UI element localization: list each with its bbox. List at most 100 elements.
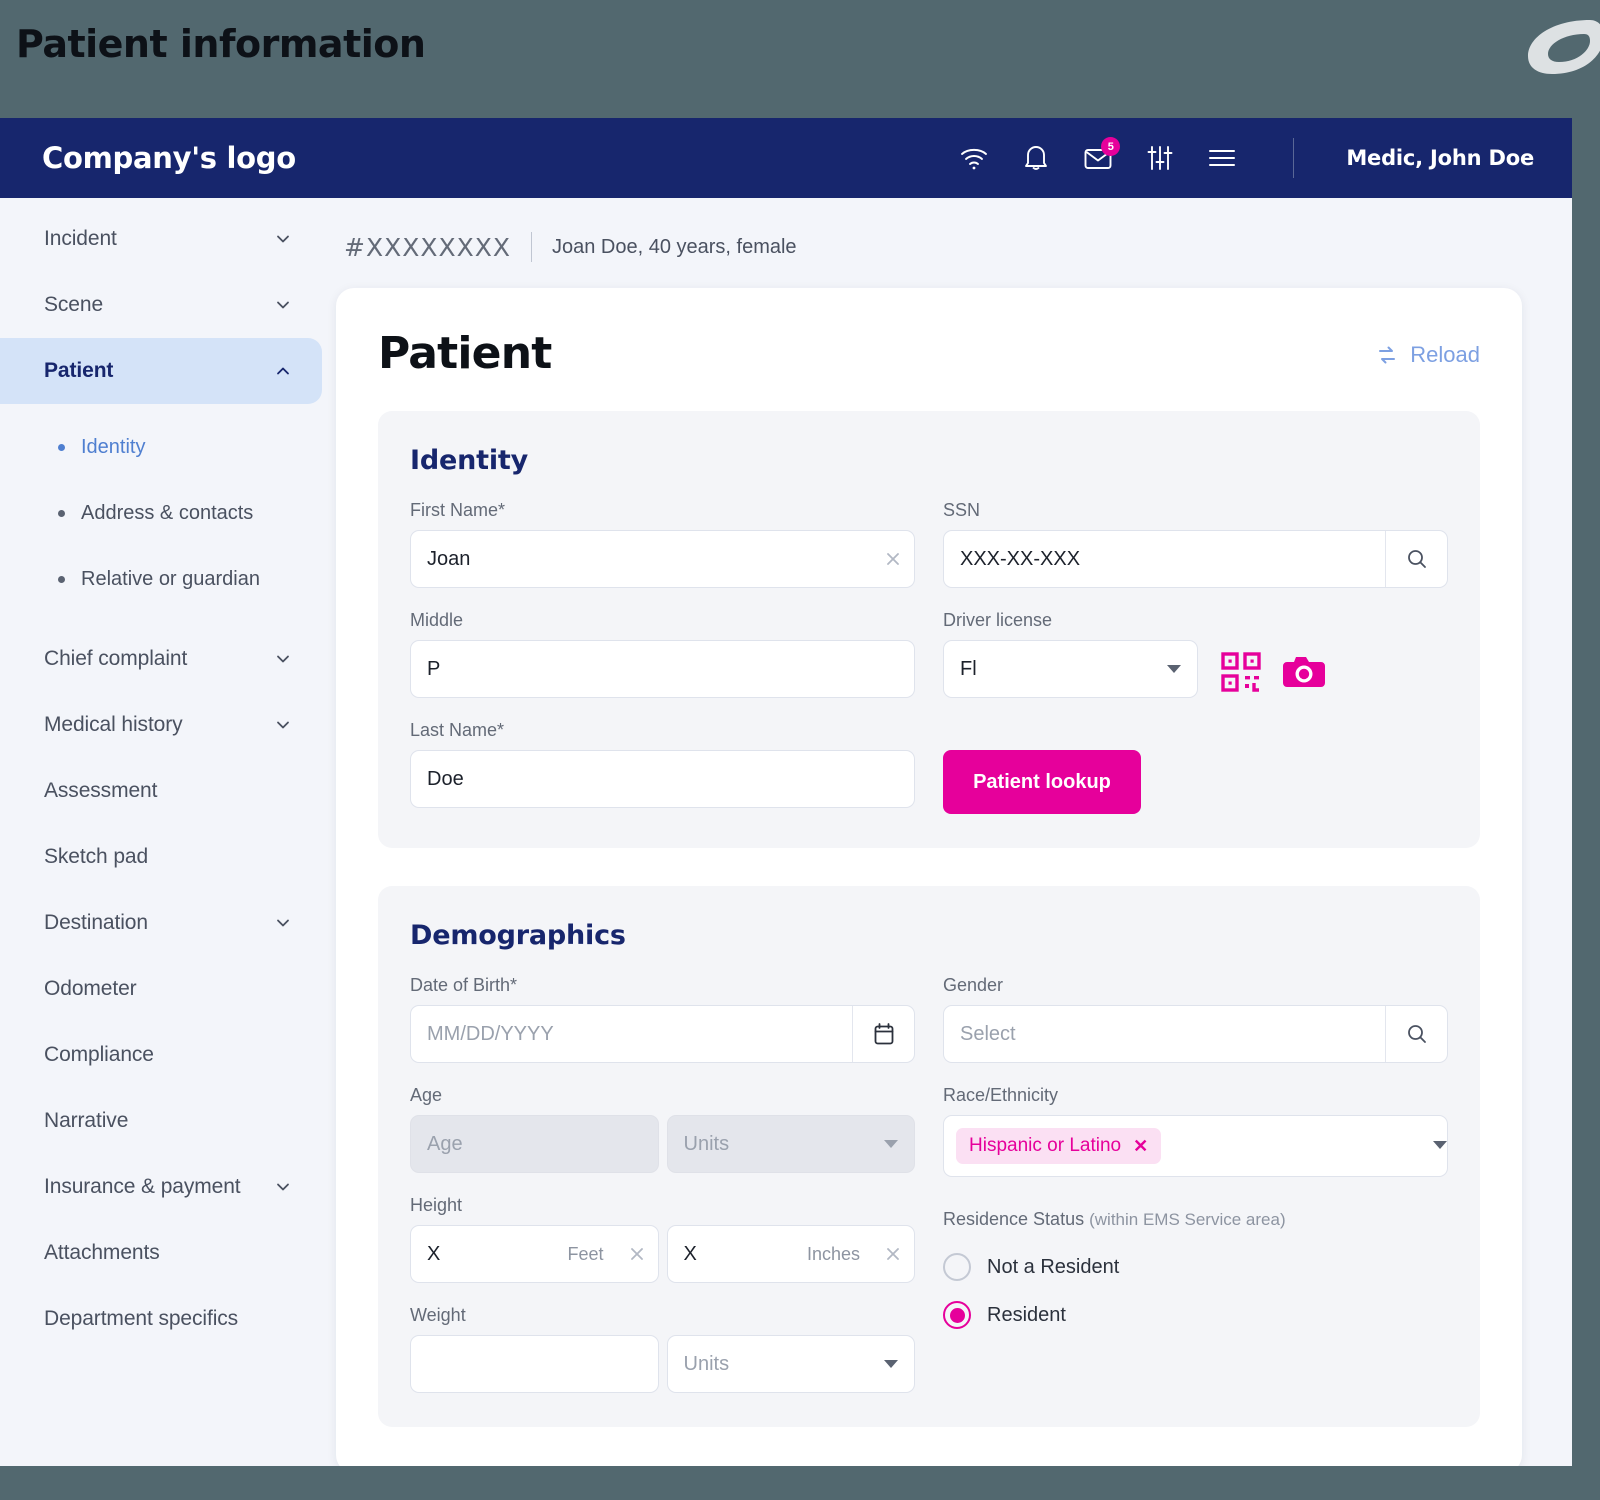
ssn-value: XXX-XX-XXX xyxy=(960,547,1081,570)
sidebar-item-narrative[interactable]: Narrative xyxy=(0,1088,322,1154)
wifi-icon[interactable] xyxy=(957,141,991,175)
date-of-birth-label: Date of Birth* xyxy=(410,975,518,995)
sidebar-subitem-label: Identity xyxy=(81,435,146,458)
driver-license-label: Driver license xyxy=(943,610,1053,630)
chevron-down-icon xyxy=(277,1183,289,1191)
sidebar-item-address-contacts[interactable]: Address & contacts xyxy=(0,480,322,546)
clear-first-name-icon[interactable] xyxy=(872,531,914,587)
sidebar-item-odometer[interactable]: Odometer xyxy=(0,956,322,1022)
ssn-search-icon[interactable] xyxy=(1385,531,1447,587)
race-ethnicity-multiselect[interactable]: Hispanic or Latino ✕ xyxy=(943,1115,1448,1177)
height-feet-input[interactable]: X Feet xyxy=(410,1225,659,1283)
leaf-logo-mark-icon xyxy=(1528,20,1600,74)
qr-code-icon[interactable] xyxy=(1220,651,1262,698)
clear-height-inches-icon[interactable] xyxy=(872,1226,914,1282)
last-name-value: Doe xyxy=(427,767,464,790)
date-of-birth-placeholder: MM/DD/YYYY xyxy=(427,1022,554,1045)
sliders-icon[interactable] xyxy=(1143,141,1177,175)
sidebar-item-destination[interactable]: Destination xyxy=(0,890,322,956)
sidebar-item-patient[interactable]: Patient xyxy=(0,338,322,404)
patient-card: Patient Reload Identity First Name* Joan… xyxy=(336,288,1522,1466)
chevron-down-icon xyxy=(277,655,289,663)
gender-placeholder: Select xyxy=(960,1022,1016,1045)
age-field: Age Age Units xyxy=(410,1085,915,1173)
sidebar-item-department-specifics[interactable]: Department specifics xyxy=(0,1286,322,1352)
bullet-icon xyxy=(58,443,65,451)
chevron-down-icon xyxy=(277,235,289,243)
sidebar-item-relative-guardian[interactable]: Relative or guardian xyxy=(0,546,322,612)
last-name-input[interactable]: Doe xyxy=(410,750,915,808)
sidebar-subitem-label: Address & contacts xyxy=(81,501,254,524)
driver-license-field: Driver license Fl xyxy=(943,610,1448,698)
first-name-field: First Name* Joan xyxy=(410,500,915,588)
radio-not-a-resident[interactable]: Not a Resident xyxy=(943,1253,1448,1281)
slide-title: Patient information xyxy=(16,22,426,66)
reload-label: Reload xyxy=(1410,342,1480,367)
bell-icon[interactable] xyxy=(1019,141,1053,175)
hamburger-icon[interactable] xyxy=(1205,141,1239,175)
weight-units-select[interactable]: Units xyxy=(666,1335,915,1393)
sidebar-item-identity[interactable]: Identity xyxy=(0,414,322,480)
age-units-placeholder: Units xyxy=(683,1132,730,1155)
first-name-input[interactable]: Joan xyxy=(410,530,915,588)
weight-value xyxy=(411,1336,658,1392)
company-logo[interactable]: Company's logo xyxy=(42,141,296,175)
radio-resident[interactable]: Resident xyxy=(943,1301,1448,1329)
main-content: #XXXXXXXX Joan Doe, 40 years, female Pat… xyxy=(322,198,1572,1466)
sidebar-item-compliance[interactable]: Compliance xyxy=(0,1022,322,1088)
date-of-birth-input[interactable]: MM/DD/YYYY xyxy=(410,1005,915,1063)
sidebar-item-sketch-pad[interactable]: Sketch pad xyxy=(0,824,322,890)
sidebar-subnav-patient: Identity Address & contacts Relative or … xyxy=(0,404,322,626)
sidebar-item-scene[interactable]: Scene xyxy=(0,272,322,338)
sidebar-item-insurance-payment[interactable]: Insurance & payment xyxy=(0,1154,322,1220)
mail-icon[interactable]: 5 xyxy=(1081,137,1121,175)
weight-input[interactable] xyxy=(410,1335,659,1393)
chevron-up-icon xyxy=(277,367,289,375)
residence-status-label-sub: (within EMS Service area) xyxy=(1089,1210,1286,1229)
sidebar-item-medical-history[interactable]: Medical history xyxy=(0,692,322,758)
sidebar-item-chief-complaint[interactable]: Chief complaint xyxy=(0,626,322,692)
middle-name-field: Middle P xyxy=(410,610,915,698)
chevron-down-icon[interactable] xyxy=(1433,1137,1447,1155)
chevron-down-icon[interactable] xyxy=(1151,641,1197,697)
patient-lookup-button[interactable]: Patient lookup xyxy=(943,750,1141,814)
chevron-down-icon[interactable] xyxy=(868,1336,914,1392)
weight-field: Weight Units xyxy=(410,1305,915,1393)
mail-unread-badge: 5 xyxy=(1101,137,1121,156)
sidebar-item-attachments[interactable]: Attachments xyxy=(0,1220,322,1286)
height-inches-value: X xyxy=(683,1242,697,1265)
race-ethnicity-label: Race/Ethnicity xyxy=(943,1085,1059,1105)
driver-license-select[interactable]: Fl xyxy=(943,640,1198,698)
sidebar-item-label: Scene xyxy=(44,293,104,316)
chevron-down-icon xyxy=(277,721,289,729)
topbar-divider xyxy=(1293,138,1295,178)
identity-panel: Identity First Name* Joan Middle P Last … xyxy=(378,411,1480,848)
chevron-down-icon xyxy=(277,301,289,309)
height-inches-input[interactable]: X Inches xyxy=(666,1225,915,1283)
age-placeholder: Age xyxy=(427,1132,463,1155)
chevron-down-icon xyxy=(277,919,289,927)
sidebar-item-label: Incident xyxy=(44,227,117,250)
driver-license-value: Fl xyxy=(960,657,977,680)
reload-button[interactable]: Reload xyxy=(1375,328,1480,368)
sidebar-item-label: Medical history xyxy=(44,713,183,736)
residence-status-label: Residence Status (within EMS Service are… xyxy=(943,1209,1448,1230)
slide-canvas: Patient information Company's logo 5 Med… xyxy=(0,0,1600,1500)
sidebar-item-incident[interactable]: Incident xyxy=(0,206,322,272)
weight-label: Weight xyxy=(410,1305,466,1325)
top-navigation-bar: Company's logo 5 Medic, John Doe xyxy=(0,118,1572,198)
camera-icon[interactable] xyxy=(1282,654,1326,695)
clear-height-feet-icon[interactable] xyxy=(616,1226,658,1282)
sidebar-item-assessment[interactable]: Assessment xyxy=(0,758,322,824)
remove-chip-icon[interactable]: ✕ xyxy=(1133,1136,1148,1157)
sidebar-item-label: Sketch pad xyxy=(44,845,149,868)
calendar-icon[interactable] xyxy=(852,1006,914,1062)
sidebar-item-label: Department specifics xyxy=(44,1307,239,1330)
middle-name-input[interactable]: P xyxy=(410,640,915,698)
last-name-label: Last Name* xyxy=(410,720,505,740)
current-user-name[interactable]: Medic, John Doe xyxy=(1346,146,1534,170)
ssn-input[interactable]: XXX-XX-XXX xyxy=(943,530,1448,588)
age-input: Age xyxy=(410,1115,659,1173)
gender-search-icon[interactable] xyxy=(1385,1006,1447,1062)
gender-select[interactable]: Select xyxy=(943,1005,1448,1063)
